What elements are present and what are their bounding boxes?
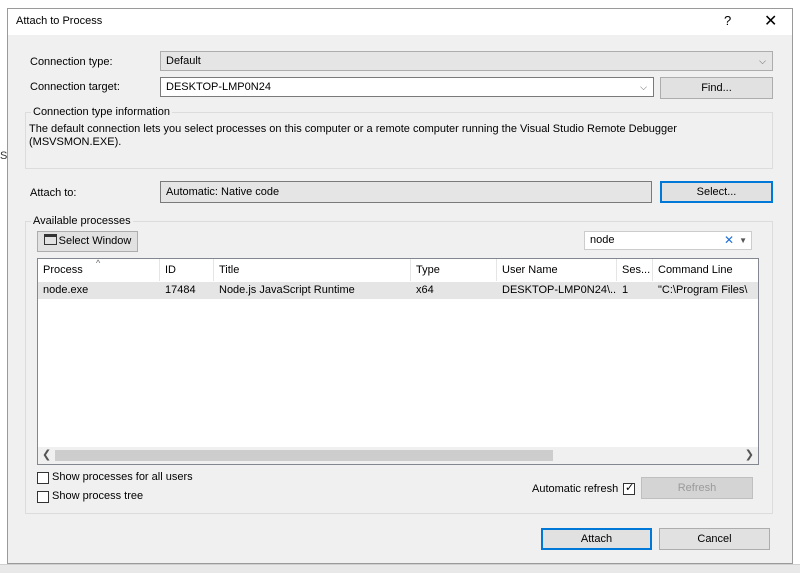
- column-header-id[interactable]: ID: [160, 259, 214, 281]
- cell-type: x64: [416, 284, 434, 296]
- attach-to-field: Automatic: Native code: [160, 181, 652, 203]
- connection-target-combo[interactable]: DESKTOP-LMP0N24 ⌵: [160, 77, 654, 97]
- show-all-users-checkbox[interactable]: [37, 472, 49, 484]
- column-header-title[interactable]: Title: [214, 259, 411, 281]
- chevron-down-icon: ⌵: [640, 82, 647, 92]
- attach-button[interactable]: Attach: [541, 528, 652, 550]
- connection-type-combo[interactable]: Default ⌵: [160, 51, 773, 71]
- help-button[interactable]: ?: [724, 13, 731, 28]
- connection-type-label: Connection type:: [30, 56, 113, 68]
- show-process-tree-checkbox[interactable]: [37, 491, 49, 503]
- process-search-value: node: [590, 234, 615, 246]
- scroll-left-icon[interactable]: ❮: [42, 448, 51, 461]
- sort-up-icon: ^: [96, 258, 101, 268]
- connection-info-group-title: Connection type information: [31, 106, 172, 118]
- cancel-button[interactable]: Cancel: [659, 528, 770, 550]
- cell-user-name: DESKTOP-LMP0N24\...: [502, 284, 617, 296]
- find-button[interactable]: Find...: [660, 77, 773, 99]
- select-code-type-button[interactable]: Select...: [660, 181, 773, 203]
- scrollbar-thumb[interactable]: [55, 450, 553, 461]
- column-header-command-line[interactable]: Command Line: [653, 259, 758, 281]
- column-header-process[interactable]: Process ^: [38, 258, 160, 281]
- refresh-button[interactable]: Refresh: [641, 477, 753, 499]
- cell-id: 17484: [165, 284, 196, 296]
- attach-to-process-dialog: Attach to Process ? ✕ Connection type: D…: [7, 8, 793, 564]
- show-all-users-label: Show processes for all users: [52, 471, 193, 483]
- window-edit-icon: [43, 234, 57, 245]
- connection-type-value: Default: [166, 55, 201, 67]
- window-title: Attach to Process: [16, 15, 103, 27]
- cell-process: node.exe: [43, 284, 89, 296]
- close-button[interactable]: ✕: [764, 11, 777, 31]
- process-search-input[interactable]: node ✕ ▼: [584, 231, 752, 250]
- title-bar: Attach to Process ? ✕: [8, 9, 792, 35]
- select-window-button[interactable]: Select Window: [37, 231, 138, 252]
- clear-search-x-icon[interactable]: ✕: [724, 232, 734, 249]
- column-header-user-name[interactable]: User Name: [497, 259, 617, 281]
- automatic-refresh-checkbox[interactable]: ✓: [623, 482, 635, 495]
- connection-info-text: The default connection lets you select p…: [29, 123, 677, 148]
- select-window-label: Select Window: [58, 235, 132, 247]
- horizontal-scrollbar[interactable]: ❮ ❯: [38, 447, 758, 464]
- scroll-right-icon[interactable]: ❯: [745, 448, 754, 461]
- cell-session: 1: [622, 284, 629, 296]
- column-header-session[interactable]: Ses...: [617, 259, 653, 281]
- show-process-tree-label: Show process tree: [52, 490, 144, 502]
- table-row[interactable]: node.exe 17484 Node.js JavaScript Runtim…: [38, 282, 758, 299]
- column-header-type[interactable]: Type: [411, 259, 497, 281]
- process-list[interactable]: Process ^ ID Title Type User Name Ses...…: [37, 258, 759, 465]
- checkmark-icon: ✓: [625, 482, 635, 494]
- connection-target-value: DESKTOP-LMP0N24: [166, 81, 271, 93]
- automatic-refresh-label: Automatic refresh: [532, 483, 619, 495]
- connection-target-label: Connection target:: [30, 81, 120, 93]
- attach-to-label: Attach to:: [30, 187, 77, 199]
- chevron-down-icon: ⌵: [759, 56, 766, 66]
- cell-command-line: "C:\Program Files\: [658, 284, 748, 296]
- chevron-down-icon[interactable]: ▼: [739, 232, 747, 249]
- cell-title: Node.js JavaScript Runtime: [219, 284, 355, 296]
- available-processes-group-title: Available processes: [31, 215, 133, 227]
